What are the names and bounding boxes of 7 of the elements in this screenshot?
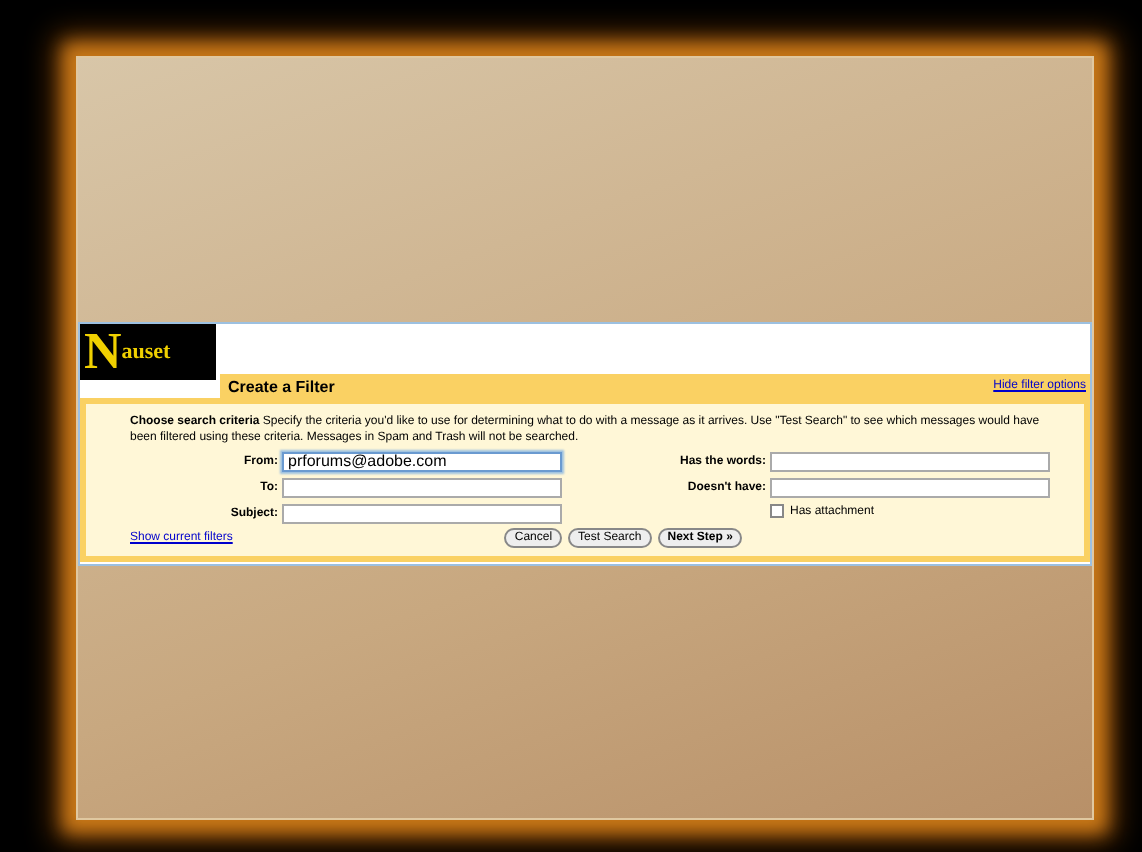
- text-field[interactable]: [770, 452, 1050, 472]
- text-field[interactable]: prforums@adobe.com: [282, 452, 562, 472]
- text-field[interactable]: [282, 504, 562, 524]
- filter-title: Create a Filter: [226, 377, 335, 395]
- checkbox[interactable]: [770, 504, 784, 518]
- text-field[interactable]: [282, 478, 562, 498]
- text-field[interactable]: [770, 478, 1050, 498]
